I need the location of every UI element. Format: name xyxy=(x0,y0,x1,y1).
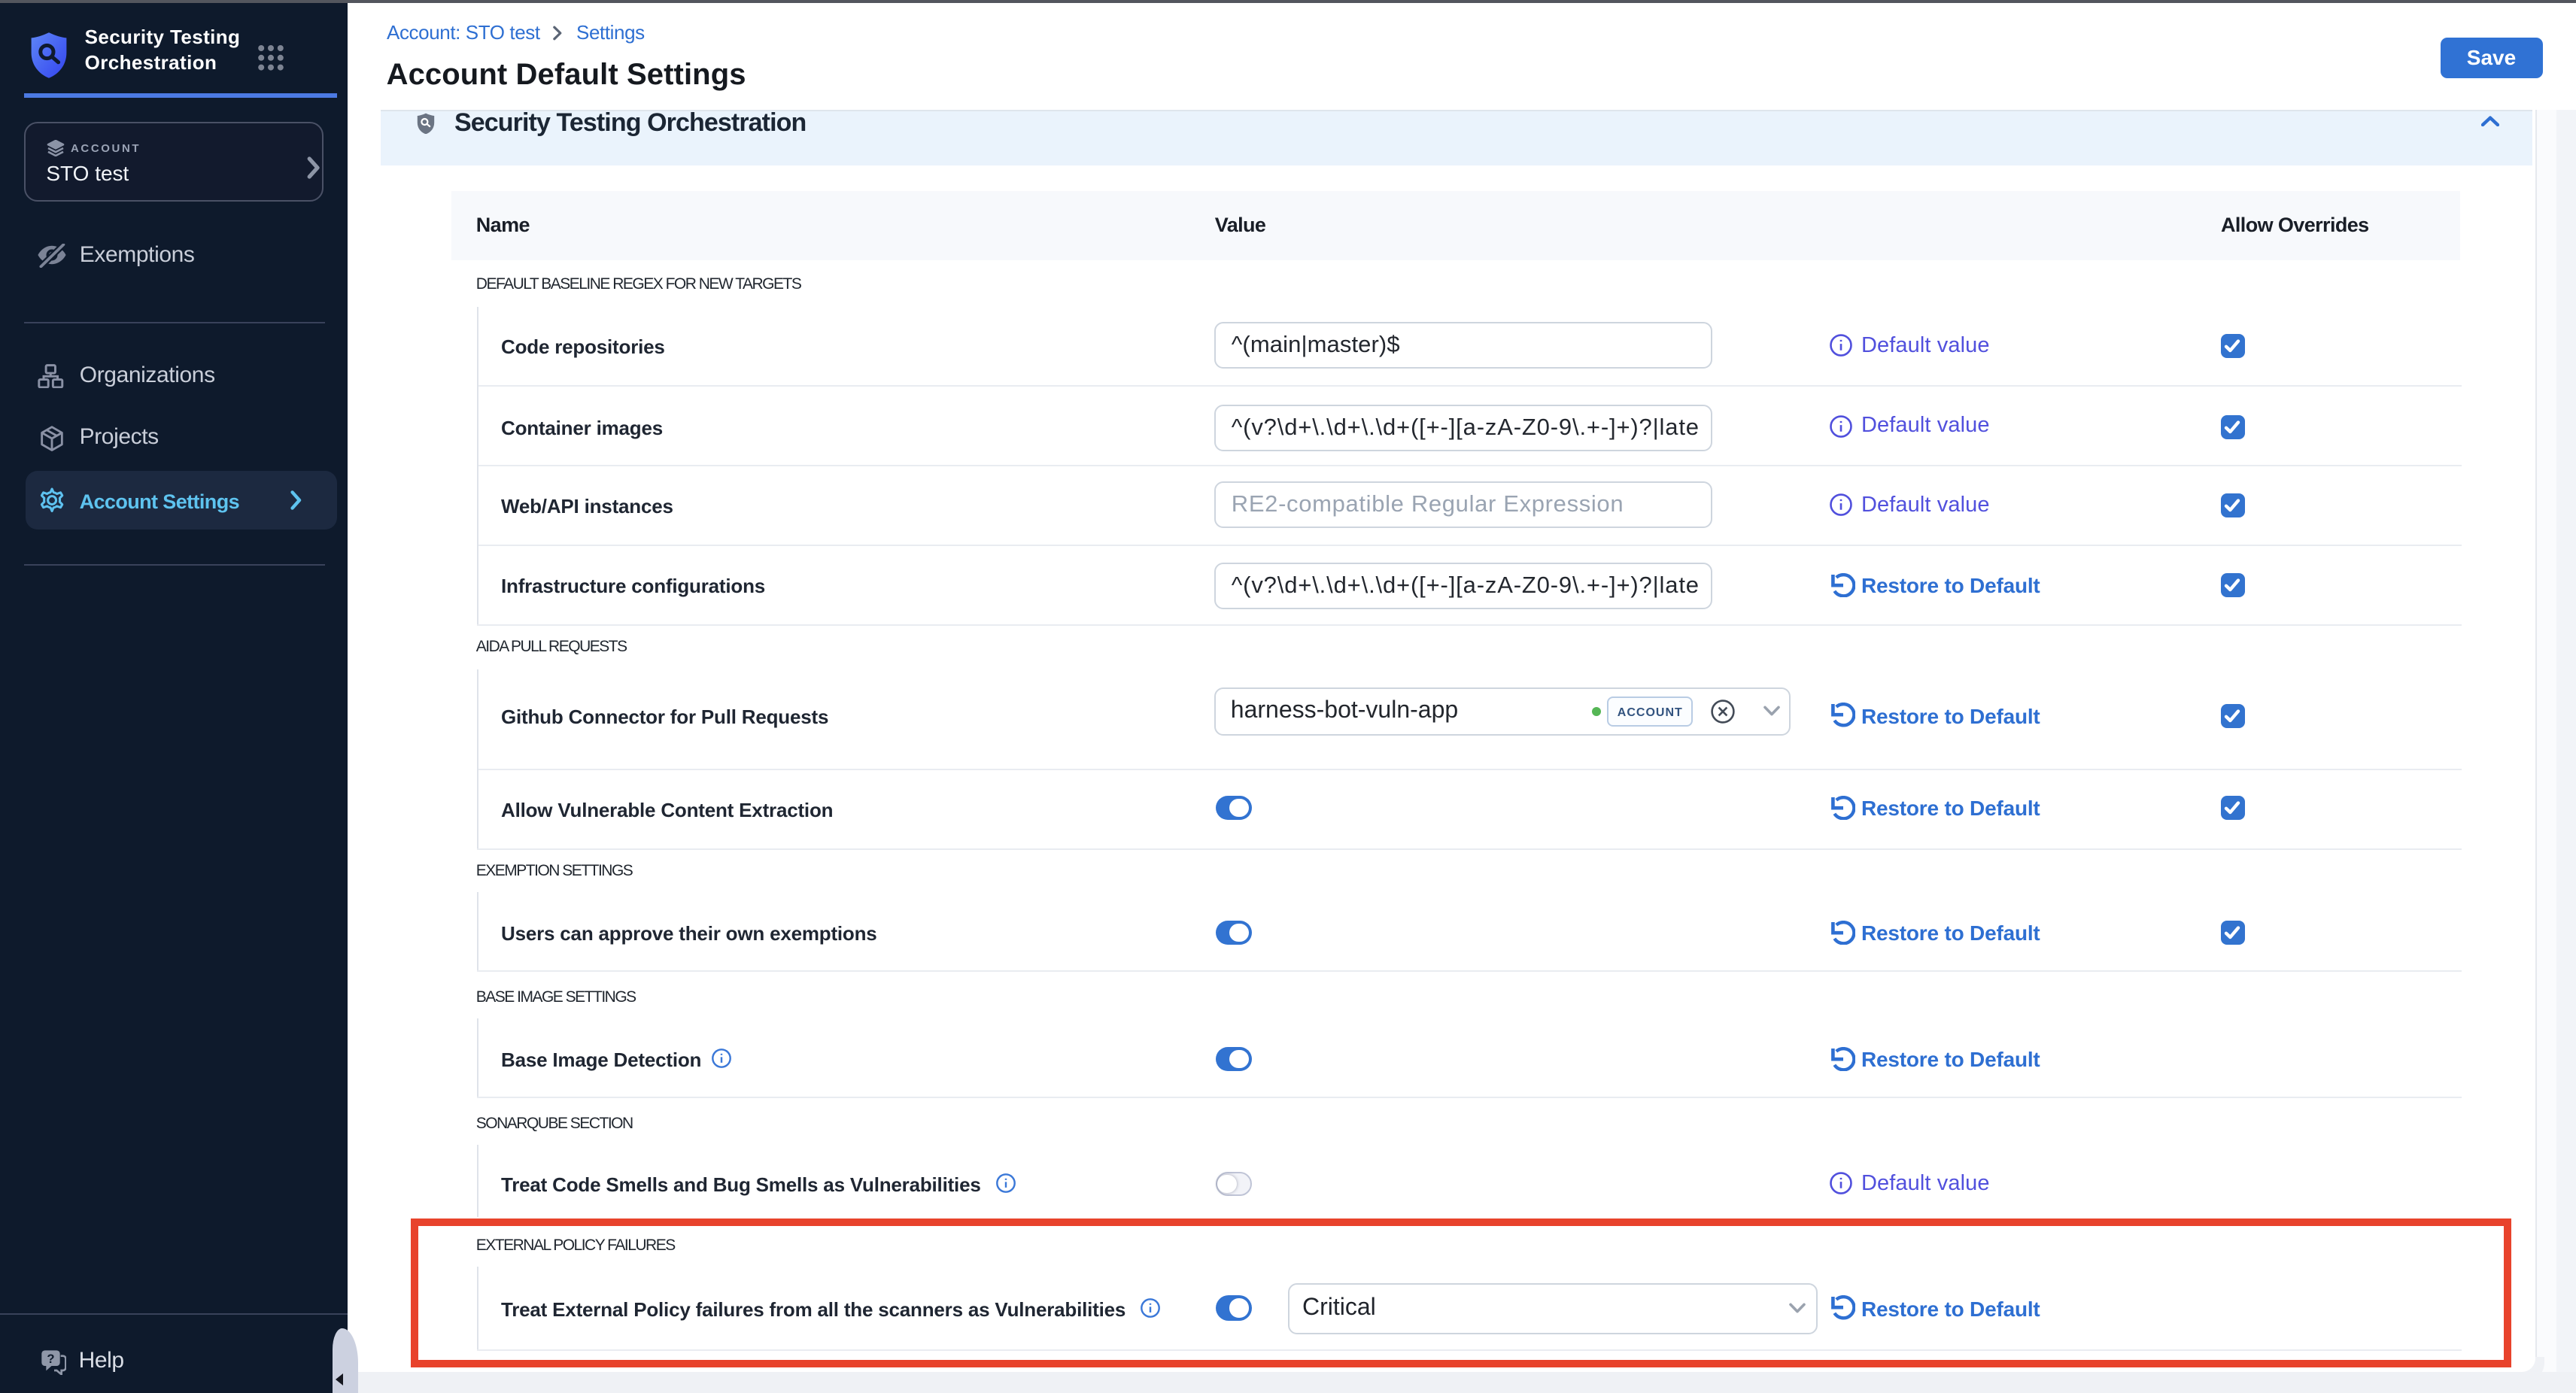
svg-text:?: ? xyxy=(47,1352,54,1366)
